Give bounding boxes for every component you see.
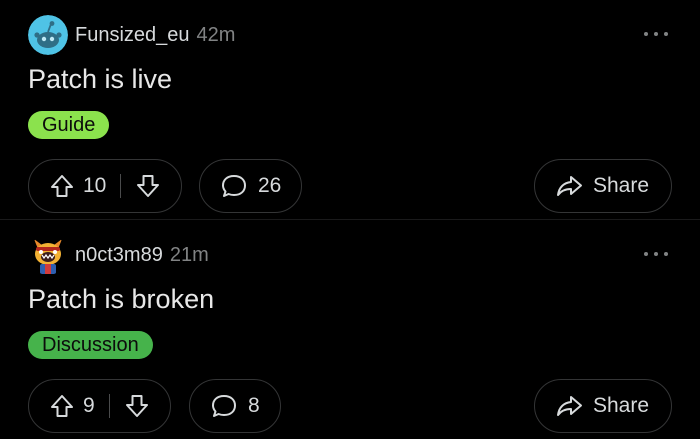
post-author[interactable]: n0ct3m89 (75, 244, 163, 267)
more-dots-icon[interactable] (644, 242, 668, 266)
vote-control: 10 (28, 159, 183, 213)
post-flair[interactable]: Guide (28, 111, 110, 139)
post-author[interactable]: Funsized_eu (75, 24, 190, 47)
post-title[interactable]: Patch is live (28, 64, 172, 95)
share-arrow-icon (555, 393, 583, 419)
vote-divider (120, 174, 122, 198)
comments-button[interactable]: 26 (199, 159, 303, 213)
vote-count: 10 (83, 174, 107, 197)
share-button[interactable]: Share (534, 159, 672, 213)
post-header: Funsized_eu 42m (28, 15, 235, 55)
downvote-arrow-icon[interactable] (135, 173, 161, 199)
reddit-snoo-avatar-icon[interactable] (28, 15, 68, 55)
vote-count: 9 (83, 394, 95, 417)
post-flair[interactable]: Discussion (28, 331, 153, 359)
vote-divider (108, 394, 110, 418)
post-time: 42m (196, 23, 236, 46)
comment-count: 26 (258, 174, 282, 197)
share-button[interactable]: Share (534, 379, 672, 433)
vote-control: 9 (28, 379, 171, 433)
comment-count: 8 (248, 394, 260, 417)
post-card[interactable]: n0ct3m89 21m Patch is broken Discussion … (0, 220, 700, 439)
comment-bubble-icon (210, 392, 238, 420)
post-header: n0ct3m89 21m (28, 235, 209, 275)
post-title[interactable]: Patch is broken (28, 284, 214, 315)
downvote-arrow-icon[interactable] (124, 393, 150, 419)
upvote-arrow-icon[interactable] (49, 393, 75, 419)
cartoon-character-avatar-icon[interactable] (28, 235, 68, 275)
upvote-arrow-icon[interactable] (49, 173, 75, 199)
share-arrow-icon (555, 173, 583, 199)
post-time: 21m (169, 243, 209, 266)
share-label: Share (593, 394, 650, 417)
more-dots-icon[interactable] (644, 22, 668, 46)
post-card[interactable]: Funsized_eu 42m Patch is live Guide 10 2… (0, 0, 700, 219)
share-label: Share (593, 174, 650, 197)
comment-bubble-icon (220, 172, 248, 200)
comments-button[interactable]: 8 (189, 379, 281, 433)
